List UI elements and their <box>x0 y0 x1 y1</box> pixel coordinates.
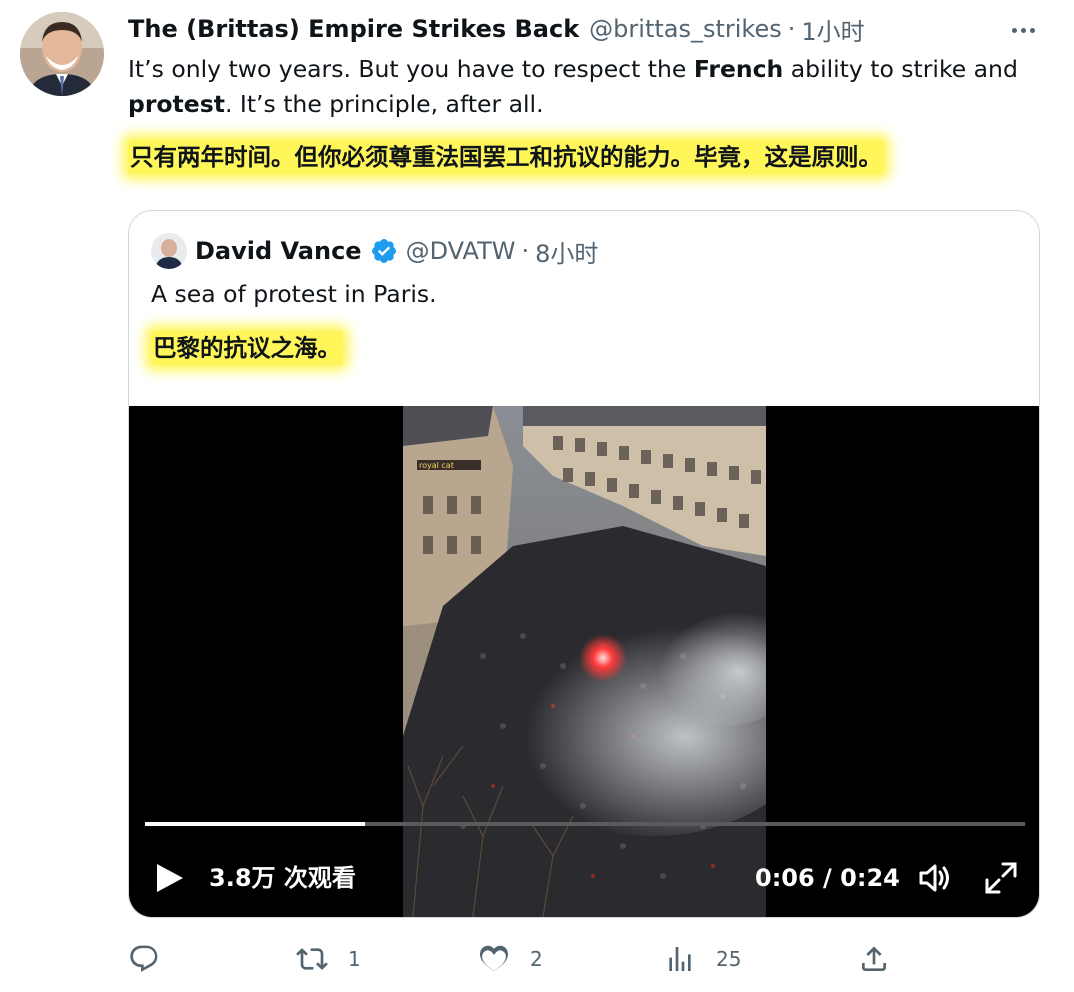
author-handle[interactable]: @brittas_strikes <box>589 15 782 43</box>
share-icon <box>862 946 886 971</box>
tweet-text-segment: . It’s the principle, after all. <box>224 90 544 118</box>
quoted-tweet-header: David Vance @DVATW · 8小时 <box>195 231 598 271</box>
verified-badge-icon <box>371 239 396 263</box>
tweet-text-bold: protest <box>128 90 225 118</box>
heart-icon <box>480 945 508 971</box>
analytics-icon <box>669 947 691 971</box>
video-view-count: 3.8万 次观看 <box>209 864 356 892</box>
retweet-count: 1 <box>348 947 361 971</box>
video-time-display: 0:06 / 0:24 <box>755 864 900 892</box>
quoted-author-avatar[interactable] <box>151 233 187 269</box>
reply-icon <box>130 945 158 972</box>
quoted-author-name[interactable]: David Vance <box>195 237 362 265</box>
quoted-author-handle[interactable]: @DVATW <box>406 237 516 265</box>
views-button[interactable]: 25 <box>664 936 741 982</box>
video-frame[interactable]: royal cat <box>403 406 766 917</box>
quoted-tweet[interactable]: David Vance @DVATW · 8小时 A sea of protes… <box>128 210 1040 918</box>
tweet-text-bold: French <box>693 55 784 83</box>
author-name[interactable]: The (Brittas) Empire Strikes Back <box>128 15 579 43</box>
like-button[interactable]: 2 <box>478 936 543 982</box>
tweet-timestamp[interactable]: 1小时 <box>801 12 864 47</box>
fullscreen-icon[interactable] <box>981 858 1021 898</box>
tweet-translation: 只有两年时间。但你必须尊重法国罢工和抗议的能力。毕竟，这是原则。 <box>128 140 884 174</box>
reply-button[interactable] <box>128 936 180 982</box>
like-count: 2 <box>530 947 543 971</box>
quoted-tweet-translation: 巴黎的抗议之海。 <box>151 331 343 365</box>
tweet-text-segment: It’s only two years. But you have to res… <box>128 55 694 83</box>
views-count: 25 <box>716 947 742 971</box>
tweet-action-bar: 1 2 25 <box>128 936 1038 982</box>
volume-icon[interactable] <box>915 858 955 898</box>
share-button[interactable] <box>858 936 890 982</box>
more-options-icon[interactable] <box>1008 18 1038 42</box>
retweet-button[interactable]: 1 <box>296 936 361 982</box>
tweet-header: The (Brittas) Empire Strikes Back @britt… <box>128 12 1044 46</box>
video-progress-fill <box>145 822 365 826</box>
retweet-icon <box>296 948 328 970</box>
storefront-sign: royal cat <box>419 461 454 470</box>
separator-dot: · <box>787 15 796 43</box>
separator-dot: · <box>521 237 530 265</box>
tweet-text-segment: ability to strike and <box>783 55 1018 83</box>
video-player[interactable]: royal cat 3.8万 次观看 0:06 / 0:24 <box>129 406 1039 917</box>
quoted-tweet-text: A sea of protest in Paris. <box>151 280 437 308</box>
video-progress-bar[interactable] <box>145 822 1025 826</box>
play-icon[interactable] <box>151 858 187 898</box>
author-avatar[interactable] <box>20 12 104 96</box>
quoted-tweet-timestamp[interactable]: 8小时 <box>535 234 598 269</box>
tweet-text: It’s only two years. But you have to res… <box>128 52 1048 122</box>
